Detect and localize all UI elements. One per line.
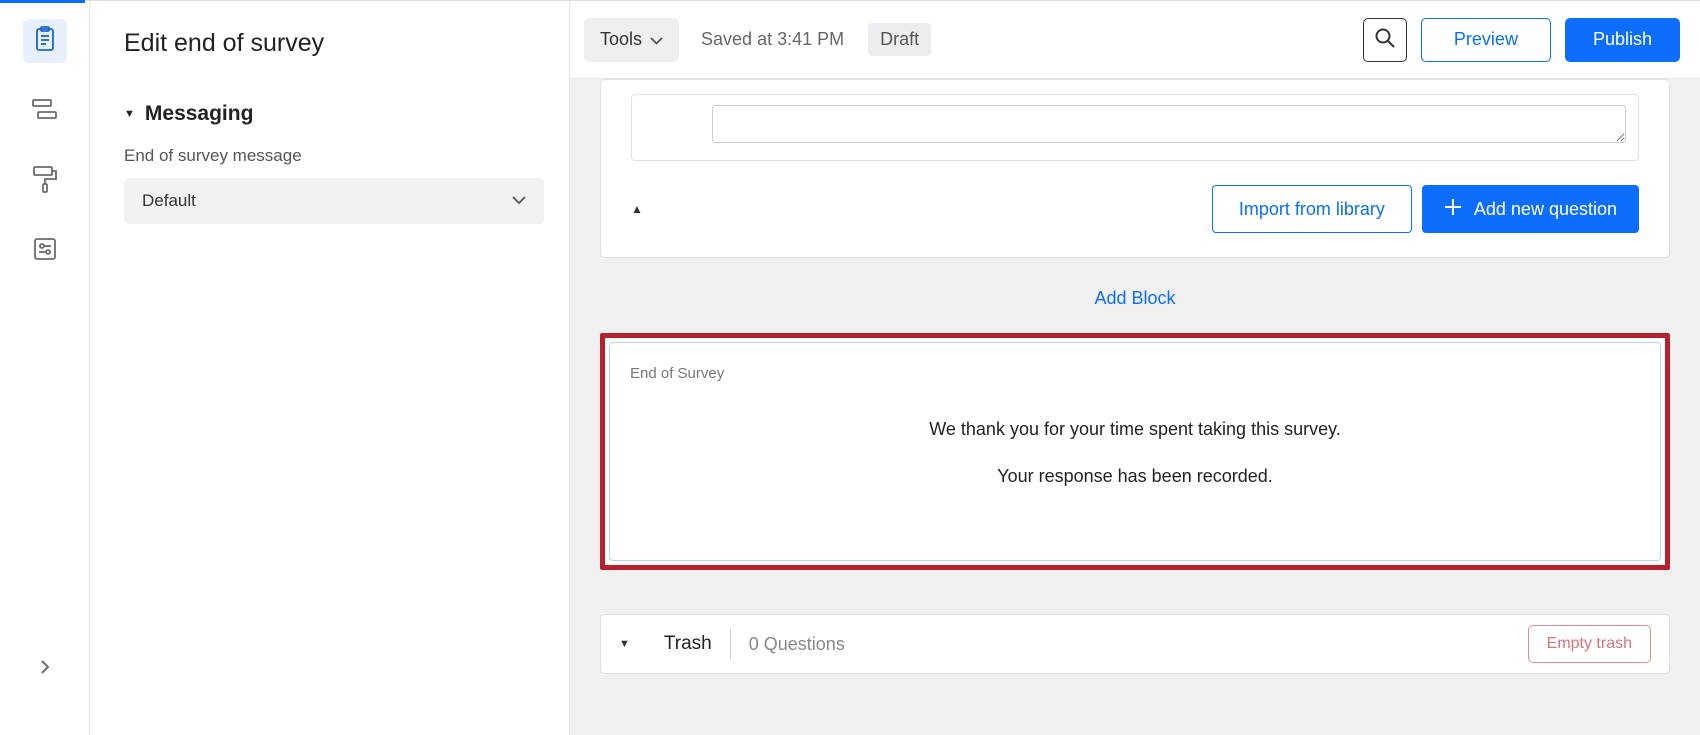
chevron-right-icon — [39, 658, 51, 681]
eos-highlight-frame: End of Survey We thank you for your time… — [600, 333, 1670, 570]
select-value: Default — [142, 191, 196, 211]
rail-item-look[interactable] — [23, 159, 67, 203]
top-bar: Tools Saved at 3:41 PM Draft Preview Pub… — [570, 1, 1700, 79]
rail-item-survey[interactable] — [23, 19, 67, 63]
tools-dropdown[interactable]: Tools — [584, 18, 679, 62]
add-block-link[interactable]: Add Block — [600, 258, 1670, 333]
tools-label: Tools — [600, 29, 642, 50]
app-container: Edit end of survey ▼ Messaging End of su… — [0, 0, 1700, 735]
saved-status: Saved at 3:41 PM — [701, 29, 844, 50]
eos-block-label: End of Survey — [630, 365, 1640, 382]
empty-trash-button[interactable]: Empty trash — [1528, 625, 1651, 663]
question-block: ▲ Import from library Add new question — [600, 79, 1670, 258]
canvas: ▲ Import from library Add new question A… — [570, 79, 1700, 735]
trash-bar: ▼ Trash 0 Questions Empty trash — [600, 614, 1670, 674]
import-from-library-button[interactable]: Import from library — [1212, 185, 1412, 233]
trash-label: Trash — [664, 629, 731, 659]
draft-badge: Draft — [868, 23, 931, 56]
trash-caret[interactable]: ▼ — [619, 638, 630, 650]
publish-button[interactable]: Publish — [1565, 18, 1680, 62]
chevron-down-icon — [650, 29, 663, 50]
sliders-icon — [33, 237, 57, 266]
search-icon — [1375, 28, 1395, 51]
question-textarea[interactable] — [712, 105, 1626, 143]
add-question-label: Add new question — [1474, 199, 1617, 220]
flow-icon — [32, 98, 58, 125]
section-title: Messaging — [145, 102, 254, 126]
question-container — [631, 94, 1639, 161]
eos-message-line1: We thank you for your time spent taking … — [630, 416, 1640, 443]
rail-expand[interactable] — [23, 647, 67, 691]
search-button[interactable] — [1363, 18, 1407, 62]
page-title: Edit end of survey — [124, 29, 535, 58]
clipboard-icon — [33, 26, 57, 57]
paint-roller-icon — [32, 165, 58, 198]
caret-down-icon: ▼ — [124, 108, 135, 120]
preview-button[interactable]: Preview — [1421, 18, 1551, 62]
icon-rail — [0, 1, 90, 735]
eos-message-select[interactable]: Default — [124, 178, 544, 224]
collapse-caret[interactable]: ▲ — [631, 202, 643, 216]
end-of-survey-block[interactable]: End of Survey We thank you for your time… — [609, 342, 1661, 561]
add-new-question-button[interactable]: Add new question — [1422, 185, 1639, 233]
trash-count: 0 Questions — [749, 634, 845, 655]
section-header-messaging[interactable]: ▼ Messaging — [124, 102, 535, 126]
rail-item-options[interactable] — [23, 229, 67, 273]
chevron-down-icon — [512, 192, 526, 210]
eos-message-line2: Your response has been recorded. — [630, 463, 1640, 490]
main-area: Tools Saved at 3:41 PM Draft Preview Pub… — [570, 1, 1700, 735]
plus-icon — [1444, 198, 1462, 221]
field-label-eos-message: End of survey message — [124, 146, 535, 166]
sidebar-panel: Edit end of survey ▼ Messaging End of su… — [90, 1, 570, 735]
eos-message: We thank you for your time spent taking … — [630, 416, 1640, 490]
rail-item-flow[interactable] — [23, 89, 67, 133]
